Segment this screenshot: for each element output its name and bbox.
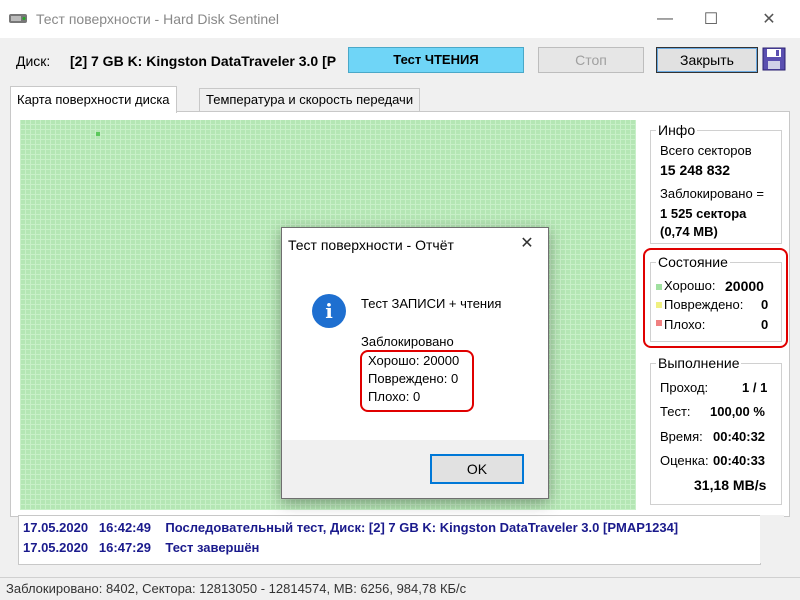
tab-temperature[interactable]: Температура и скорость передачи	[199, 88, 421, 111]
log-date: 17.05.2020	[23, 540, 89, 555]
disk-label: Диск:	[16, 53, 51, 69]
floppy-disk-icon[interactable]	[762, 47, 786, 71]
event-log[interactable]: 17.05.2020 16:42:49 Последовательный тес…	[18, 515, 761, 565]
info-icon: i	[312, 294, 346, 328]
read-test-button[interactable]: Тест ЧТЕНИЯ	[348, 47, 524, 73]
log-message: Последовательный тест, Диск: [2] 7 GB K:…	[165, 520, 679, 535]
log-time: 16:47:29	[98, 540, 151, 555]
locked-label: Заблокировано =	[660, 186, 764, 201]
report-dialog: Тест поверхности - Отчёт ✕ i Тест ЗАПИСИ…	[281, 227, 549, 499]
state-highlight-frame	[643, 248, 788, 348]
log-time: 16:42:49	[98, 520, 151, 535]
dialog-highlight-frame	[360, 350, 474, 412]
test-label: Тест:	[660, 404, 691, 419]
log-scrollbar[interactable]	[760, 515, 784, 563]
log-message: Тест завершён	[165, 540, 260, 555]
pass-label: Проход:	[660, 380, 709, 395]
disk-selector[interactable]: [2] 7 GB K: Kingston DataTraveler 3.0 [P	[70, 53, 348, 69]
log-row: 17.05.2020 16:47:29 Тест завершён	[23, 540, 259, 555]
dialog-heading: Тест ЗАПИСИ + чтения	[361, 296, 502, 311]
total-sectors-value: 15 248 832	[660, 162, 731, 178]
locked-sectors-value: 1 525 сектора	[660, 206, 747, 221]
surface-block-marker	[96, 132, 100, 136]
close-button[interactable]: Закрыть	[656, 47, 758, 73]
ok-button[interactable]: OK	[430, 454, 524, 484]
hard-disk-sentinel-icon	[9, 14, 27, 23]
progress-panel-title: Выполнение	[656, 355, 742, 371]
time-label: Время:	[660, 429, 703, 444]
info-panel-title: Инфо	[656, 122, 698, 138]
window-close-button[interactable]: ✕	[746, 0, 792, 38]
estimate-label: Оценка:	[660, 453, 709, 468]
status-text: Заблокировано: 8402, Сектора: 12813050 -…	[6, 581, 467, 596]
maximize-button[interactable]: ☐	[688, 0, 734, 38]
test-percent-value: 100,00 %	[710, 404, 765, 419]
minimize-button[interactable]: —	[642, 0, 688, 38]
speed-value: 31,18 MB/s	[694, 477, 767, 493]
dialog-locked-label: Заблокировано	[361, 334, 454, 349]
window-title: Тест поверхности - Hard Disk Sentinel	[36, 11, 280, 27]
tab-surface-map[interactable]: Карта поверхности диска	[10, 86, 177, 113]
pass-value: 1 / 1	[742, 380, 768, 395]
time-value: 00:40:32	[713, 429, 766, 444]
stop-button[interactable]: Стоп	[538, 47, 644, 73]
locked-size-value: (0,74 MB)	[660, 224, 718, 239]
estimate-value: 00:40:33	[713, 453, 766, 468]
dialog-title: Тест поверхности - Отчёт	[288, 237, 454, 253]
log-row: 17.05.2020 16:42:49 Последовательный тес…	[23, 520, 678, 535]
dialog-close-button[interactable]: ✕	[506, 228, 548, 260]
log-date: 17.05.2020	[23, 520, 89, 535]
total-sectors-label: Всего секторов	[660, 143, 752, 158]
